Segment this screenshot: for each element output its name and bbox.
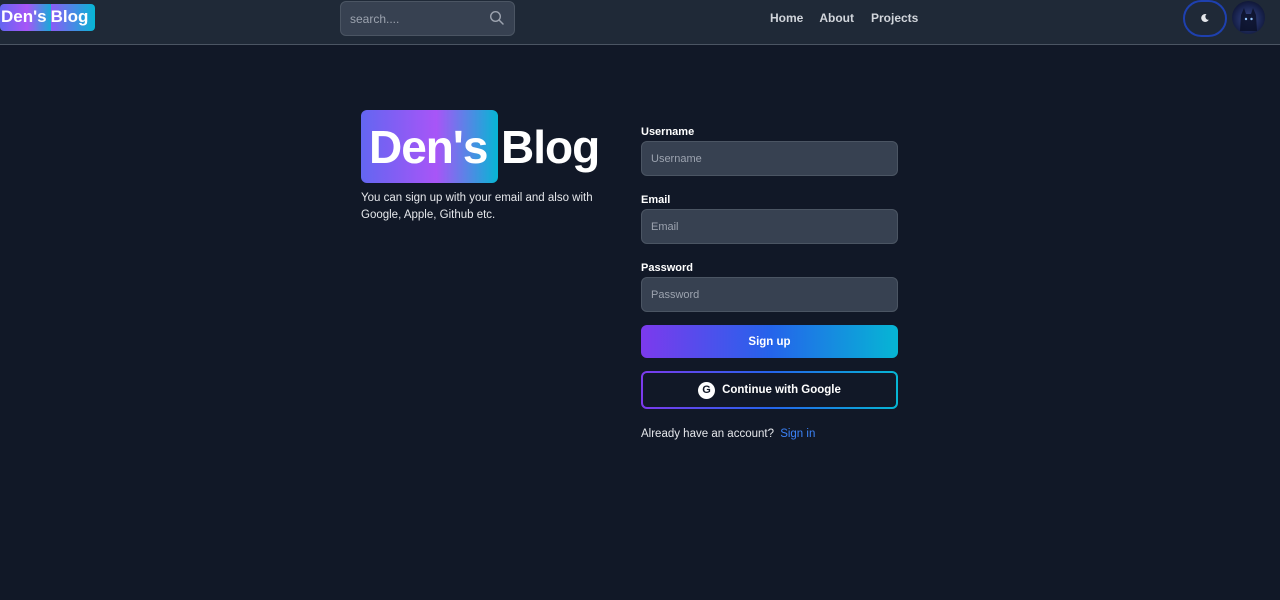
- moon-icon: [1200, 10, 1210, 28]
- brand-logo-large: Den's Blog: [361, 110, 600, 183]
- signin-link[interactable]: Sign in: [780, 428, 815, 440]
- password-field[interactable]: [641, 277, 898, 312]
- search-box: [340, 1, 515, 36]
- username-group: Username: [641, 126, 898, 194]
- signin-prompt: Already have an account? Sign in: [641, 428, 815, 440]
- brand-highlight: Den's: [361, 110, 498, 183]
- logo-word: Blog: [50, 3, 96, 31]
- google-icon: G: [698, 381, 716, 399]
- intro-description: You can sign up with your email and also…: [361, 192, 593, 221]
- theme-toggle-button[interactable]: [1183, 0, 1227, 37]
- google-button-inner: G Continue with Google: [643, 373, 896, 407]
- user-avatar[interactable]: [1232, 1, 1265, 34]
- navbar: Den'sBlog Home About Projects: [0, 0, 1280, 45]
- email-field[interactable]: [641, 209, 898, 244]
- nav-home-link[interactable]: Home: [770, 11, 803, 25]
- signin-prompt-text: Already have an account?: [641, 428, 774, 440]
- username-field[interactable]: [641, 141, 898, 176]
- signup-button[interactable]: Sign up: [641, 325, 898, 358]
- google-button-label: Continue with Google: [722, 384, 841, 396]
- signup-form: Username Email Password Sign up G Contin…: [641, 126, 898, 440]
- email-label: Email: [641, 194, 671, 206]
- logo-highlight: Den's: [0, 3, 54, 31]
- nav-links: Home About Projects: [770, 11, 918, 25]
- search-input[interactable]: [341, 2, 481, 35]
- nav-projects-link[interactable]: Projects: [871, 11, 918, 25]
- username-label: Username: [641, 126, 695, 138]
- password-group: Password: [641, 262, 898, 330]
- avatar-image: [1240, 8, 1257, 31]
- password-label: Password: [641, 262, 693, 274]
- email-group: Email: [641, 194, 898, 262]
- nav-about-link[interactable]: About: [819, 11, 854, 25]
- site-logo[interactable]: Den's Blog: [0, 3, 96, 31]
- search-icon[interactable]: [489, 10, 505, 26]
- google-signin-button[interactable]: G Continue with Google: [641, 371, 898, 409]
- brand-word: Blog: [501, 120, 600, 173]
